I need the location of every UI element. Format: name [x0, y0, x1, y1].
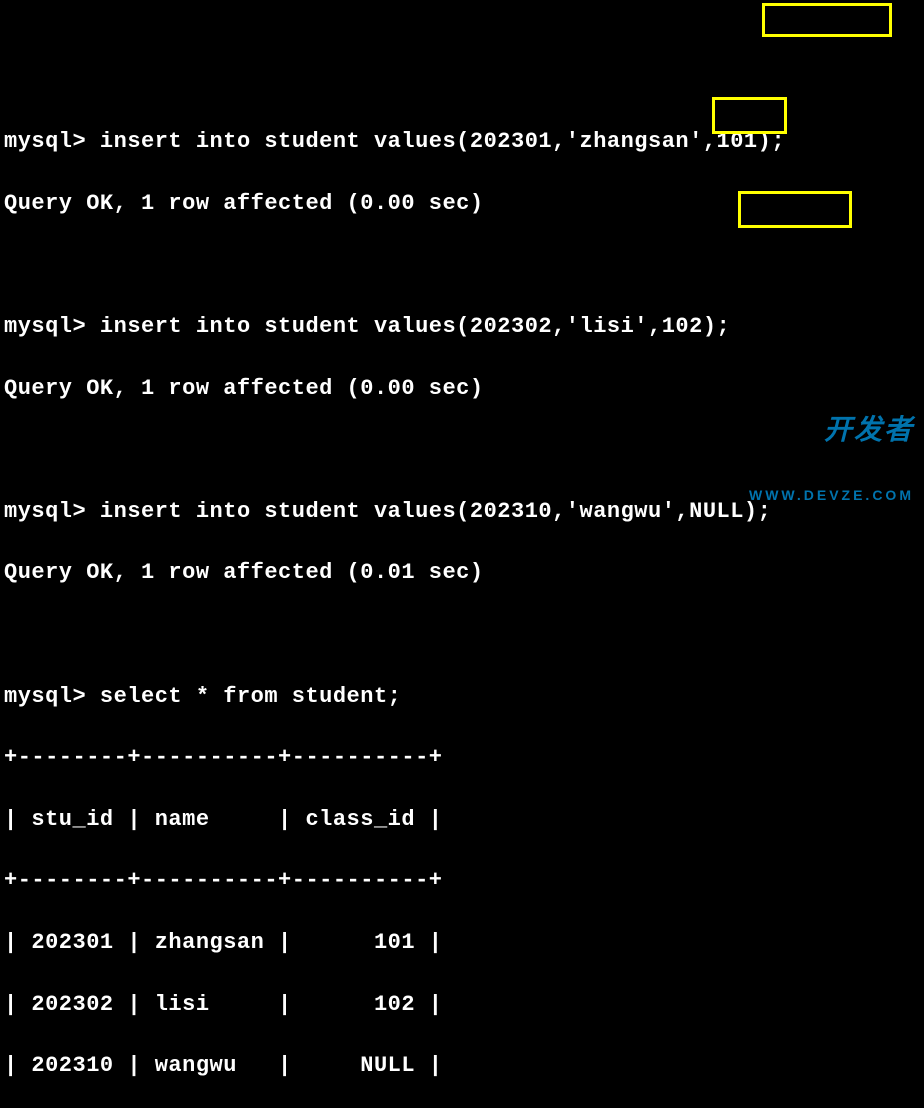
table-row: | 202301 | zhangsan | 101 |: [4, 928, 920, 959]
watermark-text-bottom: WWW.DEVZE.COM: [749, 488, 914, 502]
sql-insert-3[interactable]: insert into student values(202310,'wangw…: [100, 499, 771, 524]
table-border-top: +--------+----------+----------+: [4, 743, 920, 774]
mysql-prompt[interactable]: mysql>: [4, 129, 100, 154]
mysql-prompt[interactable]: mysql>: [4, 314, 100, 339]
mysql-prompt[interactable]: mysql>: [4, 684, 100, 709]
mysql-prompt[interactable]: mysql>: [4, 499, 100, 524]
blank-line: [4, 250, 920, 281]
terminal-line-cmd1: mysql> insert into student values(202301…: [4, 127, 920, 158]
terminal-line-cmd2: mysql> insert into student values(202302…: [4, 312, 920, 343]
table-row: | 202302 | lisi | 102 |: [4, 990, 920, 1021]
table-row: | 202310 | wangwu | NULL |: [4, 1051, 920, 1082]
watermark: 开发者 WWW.DEVZE.COM: [749, 372, 914, 524]
table-border-mid: +--------+----------+----------+: [4, 866, 920, 897]
terminal-line-cmd4: mysql> select * from student;: [4, 682, 920, 713]
highlight-annotation-1: [762, 3, 892, 37]
terminal-line-out1: Query OK, 1 row affected (0.00 sec): [4, 189, 920, 220]
sql-select[interactable]: select * from student;: [100, 684, 401, 709]
sql-insert-2[interactable]: insert into student values(202302,'lisi'…: [100, 314, 730, 339]
sql-insert-1[interactable]: insert into student values(202301,'zhang…: [100, 129, 785, 154]
blank-line: [4, 620, 920, 651]
table-header: | stu_id | name | class_id |: [4, 805, 920, 836]
watermark-text-top: 开发者: [749, 416, 914, 444]
terminal-line-out3: Query OK, 1 row affected (0.01 sec): [4, 558, 920, 589]
